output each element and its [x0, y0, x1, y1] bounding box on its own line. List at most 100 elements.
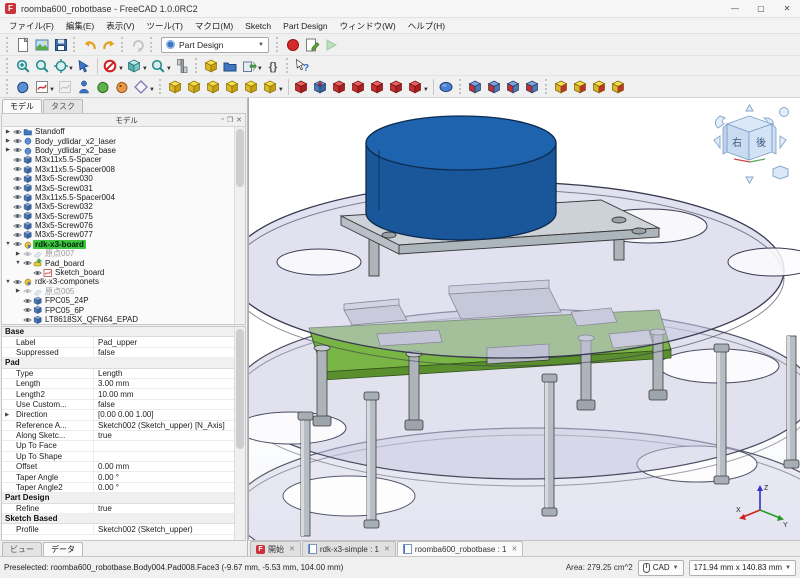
- toolbar-grip[interactable]: [276, 37, 280, 52]
- menu-item-8[interactable]: ヘルプ(H): [402, 18, 451, 34]
- document-tab-0[interactable]: F開始✕: [250, 541, 301, 556]
- close-icon[interactable]: ✕: [289, 545, 295, 553]
- hole-button[interactable]: [311, 77, 330, 96]
- document-tab-label[interactable]: 開始: [268, 544, 284, 555]
- navcube-face-right-label[interactable]: 右: [732, 136, 742, 149]
- visibility-eye-icon[interactable]: [22, 297, 32, 305]
- primitive-ellipsoid-button[interactable]: [437, 77, 456, 96]
- property-value[interactable]: false: [94, 348, 234, 357]
- zoom-out-button[interactable]: [32, 56, 51, 75]
- menu-item-3[interactable]: ツール(T): [141, 18, 189, 34]
- export-button-dropdown[interactable]: ▼: [257, 66, 263, 72]
- toolbar-grip[interactable]: [6, 79, 10, 94]
- tree-item-label[interactable]: M3x11x5.5-Spacer: [33, 155, 104, 164]
- linear-pattern-button[interactable]: [485, 77, 504, 96]
- multi-transform-button[interactable]: [523, 77, 542, 96]
- sub-shape-binder-button[interactable]: [113, 77, 132, 96]
- visibility-eye-icon[interactable]: [32, 269, 42, 277]
- dock-restore-icon[interactable]: ▫: [221, 116, 223, 124]
- texture-button[interactable]: [202, 56, 221, 75]
- tree-item[interactable]: FPC05_6P: [2, 305, 234, 314]
- subtractive-primitive-button-dropdown[interactable]: ▼: [423, 87, 429, 93]
- tree-item-label[interactable]: FPC05_24P: [43, 296, 91, 305]
- property-value[interactable]: Length: [94, 369, 234, 378]
- menu-item-6[interactable]: Part Design: [277, 19, 333, 33]
- toolbar-grip[interactable]: [6, 37, 10, 52]
- additive-helix-button[interactable]: [242, 77, 261, 96]
- close-button[interactable]: ✕: [774, 0, 800, 17]
- property-value[interactable]: 0.00 °: [94, 473, 234, 482]
- tree-item-label[interactable]: LT8618SX_QFN64_EPAD: [43, 315, 140, 324]
- toolbar-grip[interactable]: [159, 79, 163, 94]
- property-group-header[interactable]: Base: [2, 327, 234, 337]
- open-document-button[interactable]: [32, 35, 51, 54]
- redo-button[interactable]: [99, 35, 118, 54]
- tree-item-label[interactable]: M3x5-Screw030: [33, 174, 95, 183]
- tree-item[interactable]: M3x5-Screw075: [2, 212, 234, 221]
- visibility-eye-icon[interactable]: [12, 212, 22, 220]
- groove-button[interactable]: [330, 77, 349, 96]
- tree-expander-icon[interactable]: ▼: [4, 279, 12, 285]
- dock-close-icon[interactable]: ✕: [236, 116, 242, 124]
- visibility-eye-icon[interactable]: [12, 203, 22, 211]
- tree-item-label[interactable]: M3x5-Screw076: [33, 221, 95, 230]
- visibility-eye-icon[interactable]: [12, 222, 22, 230]
- tree-expander-icon[interactable]: ▶: [4, 129, 12, 135]
- map-sketch-button[interactable]: [75, 77, 94, 96]
- visibility-eye-icon[interactable]: [22, 316, 32, 324]
- pocket-button[interactable]: [292, 77, 311, 96]
- toolbar-grip[interactable]: [286, 58, 290, 73]
- tree-item[interactable]: M3x5-Screw076: [2, 221, 234, 230]
- navigation-cube[interactable]: 右 後: [710, 102, 794, 186]
- 3d-viewport[interactable]: 右 後 Z Y X: [248, 98, 800, 540]
- zoom-tools-button-dropdown[interactable]: ▼: [166, 66, 172, 72]
- property-scrollbar-thumb[interactable]: [236, 329, 244, 449]
- tree-expander-icon[interactable]: ▶: [4, 147, 12, 153]
- tree-item[interactable]: ▼Pad_board: [2, 258, 234, 267]
- subtractive-helix-button[interactable]: [387, 77, 406, 96]
- tree-item[interactable]: M3x5-Screw030: [2, 174, 234, 183]
- tree-item-label[interactable]: M3x11x5.5-Spacer008: [33, 165, 117, 174]
- tree-item-label[interactable]: Pad_board: [43, 259, 86, 268]
- menu-item-4[interactable]: マクロ(M): [189, 18, 239, 34]
- zoom-in-button[interactable]: [13, 56, 32, 75]
- subtractive-pipe-button[interactable]: [368, 77, 387, 96]
- visibility-eye-icon[interactable]: [12, 156, 22, 164]
- tree-item[interactable]: ▼rdk-x3-board: [2, 240, 234, 249]
- axonometric-view-button-dropdown[interactable]: ▼: [142, 66, 148, 72]
- save-button[interactable]: [51, 35, 70, 54]
- create-sketch-button-dropdown[interactable]: ▼: [49, 87, 55, 93]
- tree-item[interactable]: M3x5-Screw031: [2, 183, 234, 192]
- tree-item[interactable]: M3x11x5.5-Spacer: [2, 155, 234, 164]
- tree-item[interactable]: ▶ 原点005: [2, 287, 234, 296]
- tree-item-label[interactable]: Body_ydlidar_x2_base: [33, 146, 118, 155]
- dock-tab-0[interactable]: モデル: [2, 99, 42, 113]
- maximize-button[interactable]: ▢: [748, 0, 774, 17]
- visibility-eye-icon[interactable]: [22, 250, 32, 258]
- property-value[interactable]: Sketch002 (Sketch_upper): [94, 525, 234, 534]
- tree-expander-icon[interactable]: ▶: [14, 288, 22, 294]
- close-icon[interactable]: ✕: [384, 545, 390, 553]
- tree-item-label[interactable]: Sketch_board: [53, 268, 106, 277]
- tree-item-label[interactable]: FPC05_6P: [43, 306, 86, 315]
- visibility-eye-icon[interactable]: [12, 128, 22, 136]
- property-value[interactable]: 3.00 mm: [94, 379, 234, 388]
- tree-expander-icon[interactable]: ▼: [4, 241, 12, 247]
- create-body-button[interactable]: [13, 77, 32, 96]
- polar-pattern-button[interactable]: [504, 77, 523, 96]
- dock-float-icon[interactable]: ❐: [227, 116, 233, 124]
- tree-item[interactable]: M3x5-Screw032: [2, 202, 234, 211]
- visibility-eye-icon[interactable]: [12, 165, 22, 173]
- macro-record-button[interactable]: [283, 35, 302, 54]
- menu-item-5[interactable]: Sketch: [239, 19, 277, 33]
- visibility-eye-icon[interactable]: [12, 231, 22, 239]
- new-document-button[interactable]: [13, 35, 32, 54]
- tree-item-label[interactable]: Standoff: [33, 127, 67, 136]
- visibility-eye-icon[interactable]: [12, 240, 22, 248]
- property-value[interactable]: true: [94, 504, 234, 513]
- visibility-eye-icon[interactable]: [22, 259, 32, 267]
- navcube-face-back-label[interactable]: 後: [756, 136, 766, 149]
- tree-item-label[interactable]: 原点005: [43, 286, 76, 297]
- property-scrollbar[interactable]: [234, 327, 245, 540]
- whats-this-button[interactable]: ?: [293, 56, 312, 75]
